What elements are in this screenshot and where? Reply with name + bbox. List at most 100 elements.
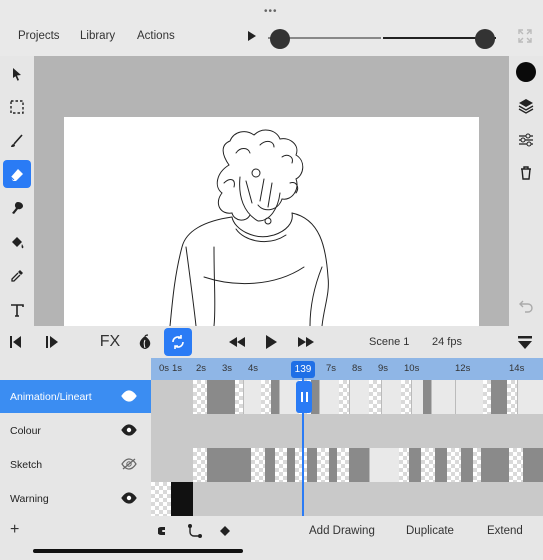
duplicate-button[interactable]: Duplicate <box>406 525 454 537</box>
frame-cell[interactable] <box>235 380 243 414</box>
play-preview-icon[interactable] <box>248 31 256 41</box>
eye-icon[interactable] <box>121 390 137 402</box>
frame-cell[interactable] <box>423 380 431 414</box>
frame-cell[interactable] <box>311 380 319 414</box>
frame-cell[interactable] <box>319 380 339 414</box>
extend-button[interactable]: Extend <box>487 525 523 537</box>
frame-cell[interactable] <box>275 448 287 482</box>
frame-cell[interactable] <box>349 380 369 414</box>
frame-cell[interactable] <box>369 448 399 482</box>
frame-cell[interactable] <box>517 380 543 414</box>
eye-icon[interactable] <box>121 424 137 436</box>
frame-cell[interactable] <box>295 448 307 482</box>
select-tool[interactable] <box>3 60 31 88</box>
add-drawing-button[interactable]: Add Drawing <box>309 525 375 537</box>
marquee-tool[interactable] <box>3 93 31 121</box>
undo-button[interactable] <box>513 292 539 318</box>
frame-cell[interactable] <box>207 448 251 482</box>
expand-icon[interactable] <box>517 28 533 44</box>
frame-cell[interactable] <box>483 380 491 414</box>
frame-cell[interactable] <box>447 448 461 482</box>
frame-cell[interactable] <box>455 380 483 414</box>
menu-library[interactable]: Library <box>80 30 115 42</box>
layer-row[interactable]: Animation/Lineart <box>0 380 151 413</box>
opacity-slider-knob[interactable] <box>475 29 495 49</box>
more-dots-icon[interactable]: ••• <box>264 6 278 17</box>
fast-forward-button[interactable] <box>295 331 317 353</box>
frame-cell[interactable] <box>329 448 337 482</box>
eye-hidden-icon[interactable] <box>121 458 137 470</box>
adjustments-button[interactable] <box>513 127 539 153</box>
layers-button[interactable] <box>513 93 539 119</box>
eye-icon[interactable] <box>121 492 137 504</box>
frame-cell[interactable] <box>243 380 261 414</box>
playhead-frame-handle[interactable] <box>296 381 312 413</box>
frame-cell[interactable] <box>307 448 317 482</box>
frame-cell[interactable] <box>473 448 481 482</box>
timeline-tracks[interactable] <box>151 380 543 516</box>
frame-cell[interactable] <box>339 380 349 414</box>
frame-cell[interactable] <box>411 380 423 414</box>
frame-cell[interactable] <box>349 448 369 482</box>
onion-slider-knob[interactable] <box>270 29 290 49</box>
scene-label[interactable]: Scene 1 <box>369 336 409 348</box>
eyedropper-tool[interactable] <box>3 262 31 290</box>
frame-cell[interactable] <box>481 448 509 482</box>
prev-keyframe-button[interactable] <box>6 331 26 353</box>
frame-cell[interactable] <box>435 448 447 482</box>
keyframe-diamond-icon[interactable] <box>219 525 231 537</box>
layer-row[interactable]: Colour <box>0 414 151 447</box>
frame-cell[interactable] <box>523 448 543 482</box>
frame-cell[interactable] <box>317 448 329 482</box>
fps-label[interactable]: 24 fps <box>432 336 462 348</box>
frame-cell[interactable] <box>265 448 275 482</box>
play-button[interactable] <box>262 331 280 353</box>
frame-cell[interactable] <box>421 448 435 482</box>
frame-cell[interactable] <box>151 482 171 516</box>
frame-cell[interactable] <box>337 448 349 482</box>
menu-projects[interactable]: Projects <box>18 30 60 42</box>
frame-cell[interactable] <box>409 448 421 482</box>
timeline-collapse-button[interactable] <box>515 331 535 353</box>
frame-cell[interactable] <box>507 380 517 414</box>
layer-row[interactable]: Warning <box>0 482 151 515</box>
frame-cell[interactable] <box>491 380 507 414</box>
layer-row[interactable]: Sketch <box>0 448 151 481</box>
current-frame-badge[interactable]: 139 <box>291 361 315 378</box>
frame-cell[interactable] <box>461 448 473 482</box>
onion-slider[interactable] <box>268 29 381 49</box>
path-nodes-icon[interactable] <box>187 523 203 539</box>
frame-cell[interactable] <box>207 380 235 414</box>
frame-cell[interactable] <box>261 380 271 414</box>
frame-cell[interactable] <box>193 448 207 482</box>
text-tool[interactable] <box>3 296 31 324</box>
frame-cell[interactable] <box>193 380 207 414</box>
brush-tool[interactable] <box>3 127 31 155</box>
frame-cell[interactable] <box>369 380 381 414</box>
frame-cell[interactable] <box>271 380 279 414</box>
eraser-tool[interactable] <box>3 160 31 188</box>
frame-cell[interactable] <box>399 448 409 482</box>
color-picker[interactable] <box>513 59 539 85</box>
next-keyframe-button[interactable] <box>42 331 62 353</box>
frame-cell[interactable] <box>401 380 411 414</box>
magnet-icon[interactable] <box>158 524 172 538</box>
frame-cell[interactable] <box>509 448 523 482</box>
add-layer-button[interactable]: + <box>10 521 19 539</box>
frame-cell[interactable] <box>381 380 401 414</box>
menu-actions[interactable]: Actions <box>137 30 175 42</box>
warning-frame-cell[interactable] <box>171 482 193 516</box>
delete-button[interactable] <box>513 160 539 186</box>
fx-button[interactable]: FX <box>98 331 122 353</box>
opacity-slider[interactable] <box>383 29 496 49</box>
drawing-canvas[interactable] <box>64 117 479 326</box>
frame-cell[interactable] <box>287 448 295 482</box>
rewind-button[interactable] <box>226 331 248 353</box>
frame-cell[interactable] <box>431 380 455 414</box>
loop-button[interactable] <box>164 328 192 356</box>
time-ruler[interactable]: 0s1s2s3s4s6s7s8s9s10s12s14s <box>151 358 543 380</box>
smudge-tool[interactable] <box>3 194 31 222</box>
fill-tool[interactable] <box>3 228 31 256</box>
onion-skin-button[interactable] <box>135 331 155 353</box>
frame-cell[interactable] <box>251 448 265 482</box>
